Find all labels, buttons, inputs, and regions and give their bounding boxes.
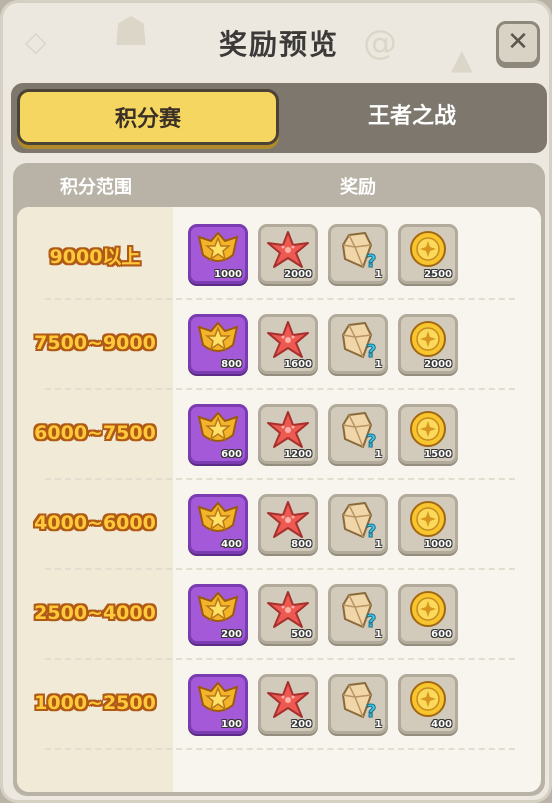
reward-quantity: 200 [221, 629, 242, 640]
reward-quantity: 2500 [424, 269, 452, 280]
range-label: 2500~4000 [34, 602, 156, 624]
reward-slot[interactable]: ? 1 [328, 494, 388, 554]
reward-quantity: 1200 [284, 449, 312, 460]
range-label: 7500~9000 [34, 332, 156, 354]
reward-quantity: 600 [431, 629, 452, 640]
reward-quantity: 1000 [214, 269, 242, 280]
reward-quantity: 1 [375, 719, 382, 730]
reward-quantity: 1500 [424, 449, 452, 460]
range-label: 1000~2500 [34, 692, 156, 714]
reward-slot[interactable]: 1200 [258, 404, 318, 464]
reward-quantity: 2000 [284, 269, 312, 280]
reward-quantity: 800 [291, 539, 312, 550]
reward-quantity: 1 [375, 629, 382, 640]
reward-slot[interactable]: 400 [398, 674, 458, 734]
column-header-range: 积分范围 [60, 177, 132, 198]
reward-table: 积分范围 奖励 9000以上 1000 2000 ? 1 2500 7500~9000 800… [13, 163, 545, 796]
reward-slot[interactable]: 200 [188, 584, 248, 644]
tab-points-match[interactable]: 积分赛 [17, 89, 279, 145]
reward-slot[interactable]: 2500 [398, 224, 458, 284]
reward-quantity: 200 [291, 719, 312, 730]
reward-slot[interactable]: 200 [258, 674, 318, 734]
reward-slot[interactable]: 1000 [188, 224, 248, 284]
reward-quantity: 1 [375, 359, 382, 370]
reward-quantity: 500 [291, 629, 312, 640]
reward-slot[interactable]: 500 [258, 584, 318, 644]
row-divider [45, 478, 515, 480]
reward-slot[interactable]: 2000 [258, 224, 318, 284]
reward-quantity: 100 [221, 719, 242, 730]
reward-slot[interactable]: 800 [258, 494, 318, 554]
reward-slot[interactable]: 800 [188, 314, 248, 374]
dialog-title: 奖励预览 [218, 28, 339, 61]
reward-slot[interactable]: ? 1 [328, 314, 388, 374]
row-divider [45, 298, 515, 300]
reward-quantity: 600 [221, 449, 242, 460]
reward-quantity: 400 [221, 539, 242, 550]
reward-quantity: 1600 [284, 359, 312, 370]
table-body: 9000以上 1000 2000? 1 2500 7500~9000 800 1600? 1 20… [17, 207, 541, 792]
reward-quantity: 1000 [424, 539, 452, 550]
reward-quantity: 800 [221, 359, 242, 370]
row-divider [45, 658, 515, 660]
range-label: 9000以上 [49, 246, 141, 268]
row-divider [45, 748, 515, 750]
close-button[interactable]: ✕ [496, 21, 540, 65]
reward-slot[interactable]: 600 [188, 404, 248, 464]
tab-king-battle[interactable]: 王者之战 [281, 89, 543, 145]
reward-quantity: 1 [375, 269, 382, 280]
close-icon: ✕ [507, 27, 529, 57]
reward-quantity: 400 [431, 719, 452, 730]
reward-preview-dialog: ◇ ☗ @ ▲ 奖励预览 ✕ 积分赛 王者之战 积分范围 奖励 9000以上 10… [0, 0, 552, 803]
reward-slot[interactable]: 1000 [398, 494, 458, 554]
reward-slot[interactable]: 400 [188, 494, 248, 554]
reward-slot[interactable]: ? 1 [328, 584, 388, 644]
reward-slot[interactable]: 1600 [258, 314, 318, 374]
reward-slot[interactable]: 600 [398, 584, 458, 644]
reward-quantity: 2000 [424, 359, 452, 370]
reward-slot[interactable]: ? 1 [328, 674, 388, 734]
row-divider [45, 388, 515, 390]
column-header-reward: 奖励 [340, 177, 376, 198]
row-divider [45, 568, 515, 570]
reward-slot[interactable]: 1500 [398, 404, 458, 464]
reward-slot[interactable]: ? 1 [328, 224, 388, 284]
range-label: 6000~7500 [34, 422, 156, 444]
reward-slot[interactable]: 100 [188, 674, 248, 734]
reward-slot[interactable]: 2000 [398, 314, 458, 374]
reward-quantity: 1 [375, 449, 382, 460]
reward-quantity: 1 [375, 539, 382, 550]
tab-bar: 积分赛 王者之战 [11, 83, 547, 153]
range-label: 4000~6000 [34, 512, 156, 534]
reward-slot[interactable]: ? 1 [328, 404, 388, 464]
